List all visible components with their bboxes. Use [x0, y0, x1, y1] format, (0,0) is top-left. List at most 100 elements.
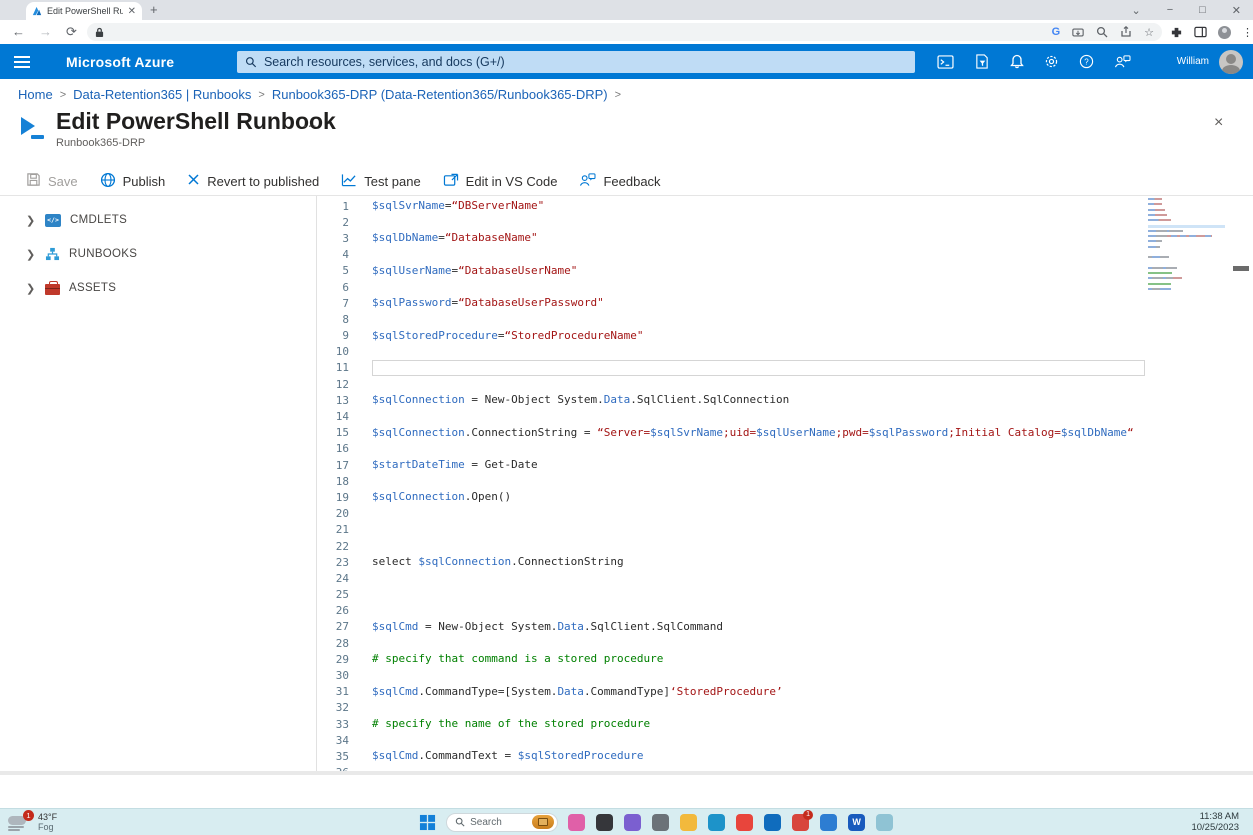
- code-line[interactable]: 4: [318, 247, 1145, 263]
- page-close-icon[interactable]: ×: [1214, 114, 1223, 132]
- breadcrumb-link[interactable]: Runbook365-DRP (Data-Retention365/Runboo…: [272, 87, 608, 102]
- close-icon[interactable]: ✕: [1232, 4, 1241, 17]
- notifications-icon[interactable]: [1010, 54, 1024, 69]
- refresh-icon[interactable]: ⟳: [66, 24, 77, 40]
- code-line[interactable]: 8: [318, 311, 1145, 327]
- browser-tab[interactable]: Edit PowerShell Runbook - Micr ✕: [26, 2, 142, 20]
- code-line[interactable]: 24: [318, 570, 1145, 586]
- code-line[interactable]: 20: [318, 506, 1145, 522]
- help-icon[interactable]: ?: [1079, 54, 1094, 69]
- code-line[interactable]: 27$sqlCmd = New-Object System.Data.SqlCl…: [318, 619, 1145, 635]
- code-line[interactable]: 21: [318, 522, 1145, 538]
- avatar[interactable]: [1219, 50, 1243, 74]
- feedback-button[interactable]: Feedback: [579, 172, 660, 190]
- cloud-shell-icon[interactable]: [937, 55, 954, 69]
- snipping-tool-icon[interactable]: [876, 814, 893, 831]
- settings-icon[interactable]: [652, 814, 669, 831]
- code-line[interactable]: 5$sqlUserName=“DatabaseUserName": [318, 263, 1145, 279]
- taskbar-search-box[interactable]: Search: [446, 813, 558, 832]
- menu-dots-icon[interactable]: ⋮: [1242, 26, 1253, 39]
- share-icon[interactable]: [1120, 26, 1132, 38]
- chevron-right-icon[interactable]: ❯: [26, 282, 36, 295]
- sidebar-item-cmdlets[interactable]: ❯</>CMDLETS: [26, 210, 316, 230]
- sidebar-icon[interactable]: [1194, 26, 1207, 38]
- restore-icon[interactable]: □: [1199, 4, 1206, 16]
- minimize-icon[interactable]: −: [1167, 4, 1173, 16]
- weather-widget[interactable]: 1 43°F Fog: [8, 812, 57, 832]
- chat-icon[interactable]: [624, 814, 641, 831]
- forward-icon[interactable]: →: [39, 24, 52, 40]
- more-options-icon[interactable]: ...: [303, 114, 318, 130]
- store-icon[interactable]: [820, 814, 837, 831]
- new-tab-button[interactable]: +: [150, 2, 158, 17]
- extensions-icon[interactable]: [1170, 26, 1183, 39]
- code-line[interactable]: 12: [318, 376, 1145, 392]
- chevron-down-icon[interactable]: ⌄: [1131, 4, 1140, 17]
- code-line[interactable]: 14: [318, 408, 1145, 424]
- code-line[interactable]: 13$sqlConnection = New-Object System.Dat…: [318, 392, 1145, 408]
- code-line[interactable]: 6: [318, 279, 1145, 295]
- code-line[interactable]: 32: [318, 700, 1145, 716]
- publish-button[interactable]: Publish: [100, 172, 166, 191]
- save-button[interactable]: Save: [26, 172, 78, 190]
- code-line[interactable]: 7$sqlPassword=“DatabaseUserPassword": [318, 295, 1145, 311]
- start-button-icon[interactable]: [419, 814, 436, 831]
- profile-icon[interactable]: [1218, 26, 1231, 39]
- send-to-device-icon[interactable]: [1072, 27, 1084, 38]
- code-line[interactable]: 18: [318, 473, 1145, 489]
- breadcrumb-link[interactable]: Data-Retention365 | Runbooks: [73, 87, 251, 102]
- revert-to-published-button[interactable]: Revert to published: [187, 173, 319, 189]
- azure-brand[interactable]: Microsoft Azure: [66, 54, 174, 70]
- test-pane-button[interactable]: Test pane: [341, 173, 420, 190]
- code-line[interactable]: 25: [318, 587, 1145, 603]
- code-line[interactable]: 28: [318, 635, 1145, 651]
- code-line[interactable]: 10: [318, 344, 1145, 360]
- code-line[interactable]: 26: [318, 603, 1145, 619]
- zoom-icon[interactable]: [1096, 26, 1108, 38]
- paint-icon[interactable]: [568, 814, 585, 831]
- taskbar-clock[interactable]: 11:38 AM 10/25/2023: [1191, 811, 1239, 833]
- sidebar-item-assets[interactable]: ❯ASSETS: [26, 278, 316, 298]
- code-line[interactable]: 19$sqlConnection.Open(): [318, 489, 1145, 505]
- settings-icon[interactable]: [1044, 54, 1059, 69]
- code-line[interactable]: 31$sqlCmd.CommandType=[System.Data.Comma…: [318, 684, 1145, 700]
- code-line[interactable]: 9$sqlStoredProcedure=“StoredProcedureNam…: [318, 328, 1145, 344]
- code-line[interactable]: 23select $sqlConnection.ConnectionString: [318, 554, 1145, 570]
- editor-minimap[interactable]: [1148, 198, 1225, 293]
- chevron-right-icon[interactable]: ❯: [26, 214, 36, 227]
- word-icon[interactable]: W: [848, 814, 865, 831]
- outlook-icon[interactable]: [764, 814, 781, 831]
- azure-search-input[interactable]: [264, 55, 907, 69]
- code-line[interactable]: 34: [318, 732, 1145, 748]
- code-line[interactable]: 3$sqlDbName=“DatabaseName": [318, 230, 1145, 246]
- edit-in-vs-code-button[interactable]: Edit in VS Code: [443, 173, 558, 190]
- chevron-right-icon[interactable]: ❯: [26, 248, 36, 261]
- feedback-icon[interactable]: [1114, 54, 1131, 69]
- directory-filter-icon[interactable]: [974, 54, 990, 69]
- code-line[interactable]: 35$sqlCmd.CommandText = $sqlStoredProced…: [318, 748, 1145, 764]
- breadcrumb-link[interactable]: Home: [18, 87, 53, 102]
- tab-close-icon[interactable]: ✕: [128, 6, 136, 17]
- task-view-icon[interactable]: [596, 814, 613, 831]
- code-line[interactable]: 15$sqlConnection.ConnectionString = “Ser…: [318, 425, 1145, 441]
- chrome-icon[interactable]: [736, 814, 753, 831]
- code-line[interactable]: 22: [318, 538, 1145, 554]
- edge-icon[interactable]: [708, 814, 725, 831]
- code-line[interactable]: 30: [318, 667, 1145, 683]
- code-line[interactable]: 2: [318, 214, 1145, 230]
- code-line[interactable]: 11: [318, 360, 1145, 376]
- url-input[interactable]: G ☆: [87, 23, 1162, 41]
- code-line[interactable]: 33# specify the name of the stored proce…: [318, 716, 1145, 732]
- file-explorer-icon[interactable]: [680, 814, 697, 831]
- code-line[interactable]: 16: [318, 441, 1145, 457]
- code-line[interactable]: 1$sqlSvrName=“DBServerName": [318, 198, 1145, 214]
- back-icon[interactable]: ←: [12, 24, 25, 40]
- azure-search-box[interactable]: [237, 51, 915, 73]
- mail-icon[interactable]: 1: [792, 814, 809, 831]
- code-editor[interactable]: 1$sqlSvrName=“DBServerName"2 3$sqlDbName…: [318, 196, 1253, 772]
- code-line[interactable]: 17$startDateTime = Get-Date: [318, 457, 1145, 473]
- star-icon[interactable]: ☆: [1144, 26, 1154, 39]
- hamburger-menu-icon[interactable]: [14, 53, 30, 71]
- google-g-icon[interactable]: G: [1052, 26, 1061, 38]
- sidebar-item-runbooks[interactable]: ❯RUNBOOKS: [26, 244, 316, 264]
